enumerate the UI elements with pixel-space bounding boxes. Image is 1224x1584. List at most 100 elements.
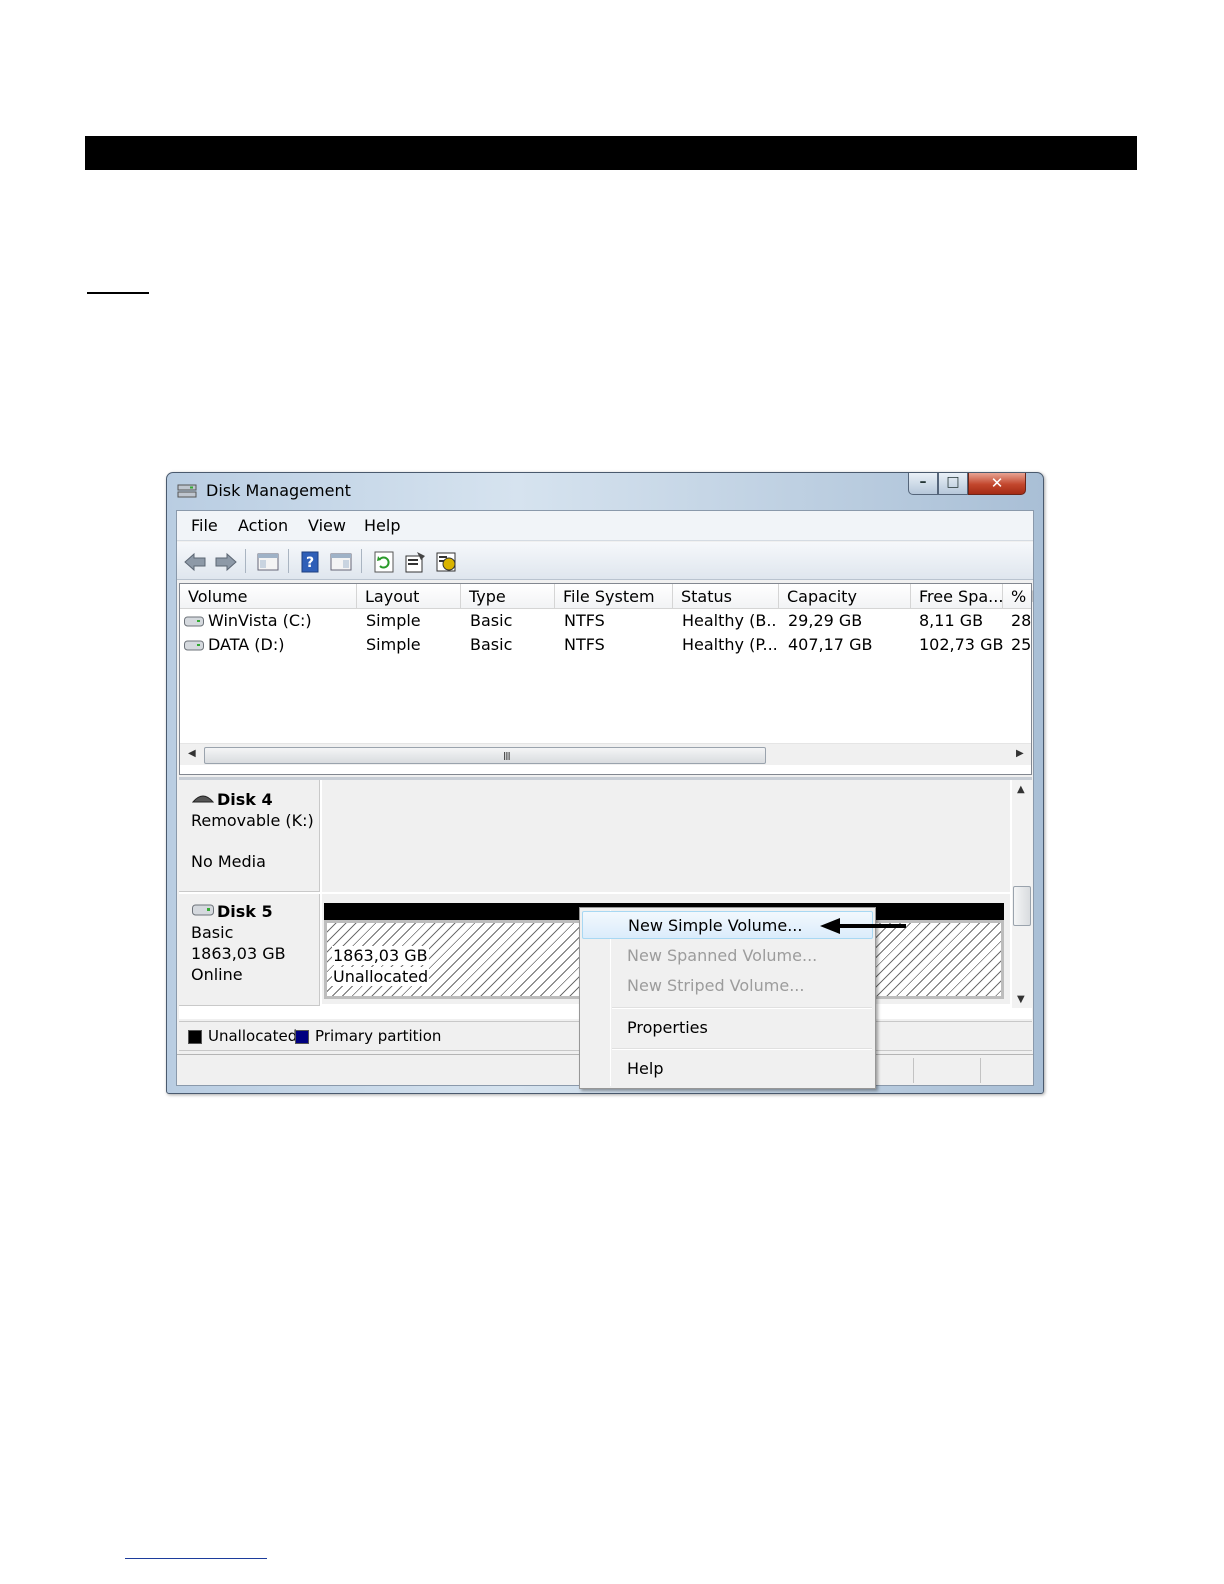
volume-name: WinVista (C:): [208, 611, 312, 630]
menu-item-label: Properties: [627, 1018, 708, 1037]
footnote-rule: [125, 1558, 267, 1559]
maximize-icon: □: [946, 474, 960, 490]
partition-status: Unallocated: [332, 967, 430, 986]
title-bar[interactable]: Disk Management – □ ✕: [167, 473, 1043, 509]
volume-type: Basic: [470, 635, 513, 654]
volume-layout: Simple: [366, 611, 421, 630]
document-header-bar: [85, 136, 1137, 170]
toolbar: ?: [177, 542, 1033, 580]
scroll-left-arrow-icon[interactable]: ◀: [188, 748, 196, 759]
disk-4-media: No Media: [191, 852, 266, 871]
volume-file-system: NTFS: [564, 611, 605, 630]
window-title: Disk Management: [206, 481, 351, 500]
toolbar-separator: [245, 549, 246, 573]
legend-unallocated: Unallocated: [208, 1027, 298, 1045]
close-button[interactable]: ✕: [968, 473, 1026, 495]
back-arrow-icon[interactable]: [183, 550, 207, 574]
scroll-down-arrow-icon[interactable]: ▼: [1017, 994, 1025, 1005]
drive-icon: [184, 616, 204, 627]
table-row[interactable]: DATA (D:) Simple Basic NTFS Healthy (P..…: [180, 634, 1031, 657]
column-header-capacity[interactable]: Capacity: [779, 584, 911, 609]
scroll-right-arrow-icon[interactable]: ▶: [1016, 748, 1024, 759]
properties-icon[interactable]: [403, 550, 427, 574]
volume-list: Volume Layout Type File System Status Ca…: [179, 583, 1033, 775]
horizontal-scroll-thumb[interactable]: III: [204, 747, 766, 764]
settings-icon[interactable]: [435, 550, 459, 574]
volume-name: DATA (D:): [208, 635, 285, 654]
volume-percent-free: 25: [1011, 635, 1032, 654]
menu-item-new-striped-volume: New Striped Volume...: [582, 972, 873, 1000]
legend-primary-partition: Primary partition: [315, 1027, 442, 1045]
close-icon: ✕: [990, 474, 1004, 492]
menu-item-label: New Spanned Volume...: [627, 946, 818, 965]
heading-underline: [87, 292, 149, 294]
disk-management-icon: [177, 484, 197, 498]
volume-status: Healthy (B...: [682, 611, 778, 630]
help-icon[interactable]: ?: [298, 550, 322, 574]
status-divider: [913, 1058, 914, 1083]
disk-drive-icon: [192, 904, 214, 916]
disk-4-label[interactable]: Disk 4 Removable (K:) No Media: [179, 780, 320, 892]
disk-5-name: Disk 5: [217, 902, 273, 921]
horizontal-scrollbar[interactable]: ◀ III ▶: [180, 743, 1031, 765]
maximize-button[interactable]: □: [938, 473, 968, 495]
vertical-scroll-thumb[interactable]: [1013, 886, 1031, 926]
column-header-type[interactable]: Type: [461, 584, 555, 609]
scroll-up-arrow-icon[interactable]: ▲: [1017, 784, 1025, 795]
toolbar-separator: [288, 549, 289, 573]
volume-layout: Simple: [366, 635, 421, 654]
menu-separator: [612, 1007, 872, 1009]
minimize-button[interactable]: –: [908, 473, 938, 495]
show-hide-console-tree-icon[interactable]: [256, 550, 280, 574]
menu-item-label: Help: [627, 1059, 664, 1078]
disk-4-area: [322, 780, 1010, 892]
menu-item-label: New Simple Volume...: [628, 916, 803, 935]
column-header-file-system[interactable]: File System: [555, 584, 673, 609]
refresh-icon[interactable]: [372, 550, 396, 574]
volume-table-header: Volume Layout Type File System Status Ca…: [180, 584, 1033, 609]
volume-type: Basic: [470, 611, 513, 630]
svg-text:?: ?: [306, 555, 314, 571]
menu-item-new-spanned-volume: New Spanned Volume...: [582, 942, 873, 970]
vertical-scrollbar[interactable]: ▲ ▼: [1012, 780, 1032, 1008]
scroll-grip: III: [503, 750, 511, 763]
volume-free-space: 8,11 GB: [919, 611, 984, 630]
table-row[interactable]: WinVista (C:) Simple Basic NTFS Healthy …: [180, 610, 1031, 633]
column-header-layout[interactable]: Layout: [357, 584, 461, 609]
volume-file-system: NTFS: [564, 635, 605, 654]
drive-icon: [184, 640, 204, 651]
removable-disk-icon: [192, 795, 214, 803]
menu-bar: File Action View Help: [177, 511, 1033, 541]
menu-item-help[interactable]: Help: [582, 1055, 873, 1083]
menu-help[interactable]: Help: [364, 516, 400, 535]
unallocated-swatch: [188, 1030, 202, 1044]
disk-5-label[interactable]: Disk 5 Basic 1863,03 GB Online: [179, 894, 320, 1006]
volume-percent-free: 28: [1011, 611, 1032, 630]
disk-5-state: Online: [191, 965, 243, 984]
show-hide-action-pane-icon[interactable]: [329, 550, 353, 574]
volume-capacity: 407,17 GB: [788, 635, 873, 654]
callout-arrow-icon: [820, 918, 906, 934]
column-header-status[interactable]: Status: [673, 584, 779, 609]
disk-4-type: Removable (K:): [191, 811, 314, 830]
column-header-percent-free[interactable]: % F: [1003, 584, 1033, 609]
volume-capacity: 29,29 GB: [788, 611, 863, 630]
volume-status: Healthy (P...: [682, 635, 778, 654]
menu-separator: [612, 1048, 872, 1050]
disk-5-type: Basic: [191, 923, 234, 942]
status-divider: [980, 1058, 981, 1083]
column-header-free-space[interactable]: Free Spa...: [911, 584, 1003, 609]
menu-view[interactable]: View: [308, 516, 346, 535]
forward-arrow-icon[interactable]: [214, 550, 238, 574]
menu-item-properties[interactable]: Properties: [582, 1014, 873, 1042]
disk-5-size: 1863,03 GB: [191, 944, 286, 963]
column-header-volume[interactable]: Volume: [180, 584, 357, 609]
disk-4-name: Disk 4: [217, 790, 273, 809]
primary-partition-swatch: [295, 1030, 309, 1044]
minimize-icon: –: [919, 474, 927, 490]
toolbar-separator: [361, 549, 362, 573]
menu-file[interactable]: File: [191, 516, 218, 535]
menu-item-label: New Striped Volume...: [627, 976, 805, 995]
menu-action[interactable]: Action: [238, 516, 288, 535]
partition-size: 1863,03 GB: [332, 946, 429, 965]
